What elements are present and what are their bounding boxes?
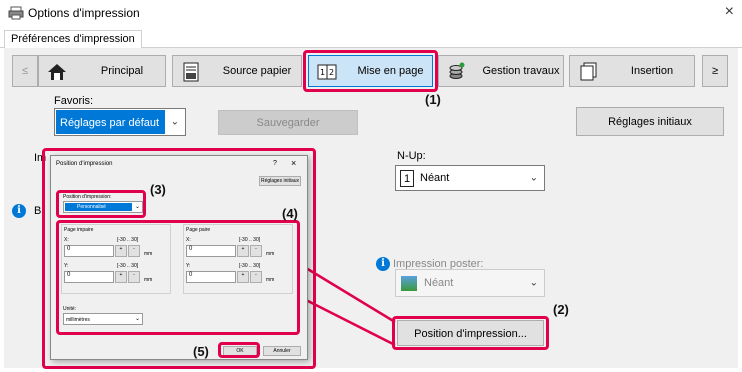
print-options-window: Options d'impression × Préférences d'imp…: [0, 0, 742, 372]
tab-insertion[interactable]: Insertion: [569, 55, 695, 87]
callout-2: (2): [553, 302, 569, 317]
print-position-button[interactable]: Position d'impression...: [397, 320, 544, 346]
insertion-icon: [580, 62, 597, 81]
scroll-right-button[interactable]: ≥: [702, 55, 728, 87]
save-favorites-button[interactable]: Sauvegarder: [218, 110, 358, 135]
home-icon: [48, 64, 66, 80]
dialog-reset-button[interactable]: Réglages initiaux: [259, 176, 301, 186]
favorites-label: Favoris:: [54, 95, 94, 107]
info-icon: i: [376, 257, 390, 271]
tab-paper-source-label: Source papier: [222, 65, 292, 77]
dialog-title: Position d'impression: [56, 161, 113, 167]
window-title: Options d'impression: [28, 6, 140, 20]
callout-3: (3): [150, 182, 166, 197]
callout-4: (4): [282, 206, 298, 221]
nup-value: Néant: [420, 172, 450, 184]
tab-principal-label: Principal: [100, 65, 144, 77]
poster-value: Néant: [424, 277, 454, 289]
info-icon: i: [12, 204, 26, 218]
nup-label: N-Up:: [397, 150, 426, 162]
tab-job-management-label: Gestion travaux: [482, 65, 560, 77]
paper-source-icon: [183, 62, 199, 82]
favorites-value: Réglages par défaut: [56, 110, 165, 134]
default-settings-button[interactable]: Réglages initiaux: [576, 107, 724, 136]
callout-box-3: [56, 190, 146, 218]
callout-box-4: [56, 220, 300, 335]
job-management-icon: [449, 62, 465, 79]
poster-icon: [401, 276, 417, 291]
close-icon[interactable]: ×: [291, 158, 296, 168]
scroll-left-button[interactable]: ≤: [12, 55, 38, 87]
tab-job-management[interactable]: Gestion travaux: [438, 55, 564, 87]
close-icon[interactable]: ×: [725, 3, 734, 21]
scroll-left-icon: ≤: [21, 65, 29, 77]
scroll-right-icon: ≥: [711, 65, 719, 77]
tab-strip: Préférences d'impression: [0, 26, 742, 50]
tab-insertion-label: Insertion: [630, 65, 674, 77]
help-icon[interactable]: ?: [273, 160, 277, 167]
cancel-button[interactable]: Annuler: [263, 346, 301, 356]
chevron-down-icon: ⌄: [529, 277, 538, 289]
poster-select[interactable]: Néant ⌄: [395, 269, 545, 297]
chevron-down-icon: ⌄: [170, 116, 179, 128]
partial-label-b: B: [34, 205, 42, 217]
callout-5: (5): [193, 344, 209, 359]
nup-select[interactable]: 1 Néant ⌄: [395, 165, 545, 191]
tab-print-preferences[interactable]: Préférences d'impression: [4, 30, 142, 50]
callout-1: (1): [425, 92, 441, 107]
printer-icon: [8, 6, 24, 20]
callout-box-5: [218, 342, 260, 358]
tab-paper-source[interactable]: Source papier: [172, 55, 302, 87]
chevron-down-icon: ⌄: [529, 172, 538, 184]
title-bar: Options d'impression ×: [0, 0, 742, 26]
nup-page-icon: 1: [400, 170, 414, 187]
tab-principal[interactable]: Principal: [38, 55, 166, 87]
favorites-select[interactable]: Réglages par défaut ⌄: [54, 108, 186, 136]
callout-box-1: [303, 50, 438, 92]
